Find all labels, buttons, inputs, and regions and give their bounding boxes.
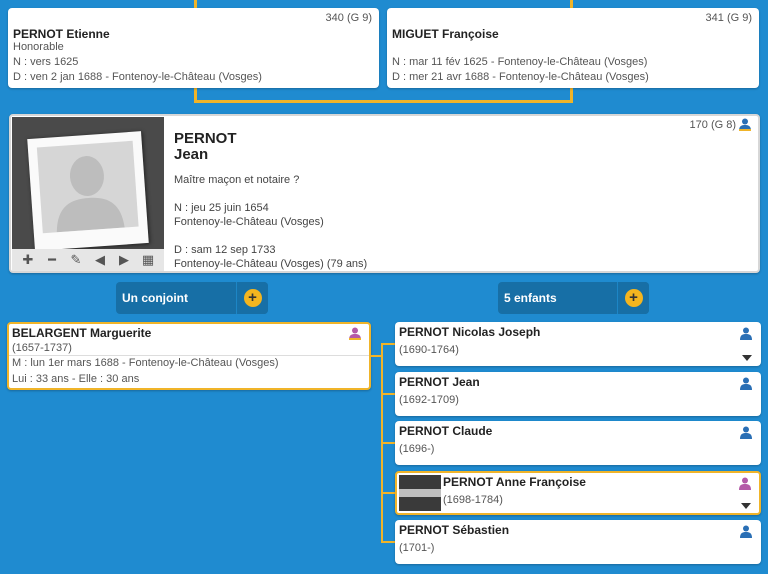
child-card-5[interactable]: PERNOT Sébastien (1701-): [395, 520, 761, 564]
children-button-label: 5 enfants: [504, 291, 557, 305]
child-years: (1696-): [399, 443, 435, 455]
child-photo-thumbnail: [399, 475, 441, 511]
main-surname: PERNOT: [174, 130, 237, 147]
add-child-button[interactable]: +: [617, 282, 649, 314]
father-card[interactable]: 340 (G 9) PERNOT Etienne Honorable N : v…: [8, 8, 379, 88]
child-name[interactable]: PERNOT Jean: [399, 375, 480, 389]
main-birth-place: Fontenoy-le-Château (Vosges): [174, 216, 324, 228]
spouse-button-label: Un conjoint: [122, 291, 188, 305]
male-person-icon: [740, 426, 752, 439]
next-photo-icon[interactable]: ▶: [115, 249, 133, 271]
spouse-name[interactable]: BELARGENT Marguerite: [12, 326, 151, 340]
mother-number: 341 (G 9): [705, 12, 752, 24]
connector-child-1: [381, 343, 395, 345]
female-person-icon: [739, 477, 751, 490]
main-birth-date: N : jeu 25 juin 1654: [174, 202, 269, 214]
father-death: D : ven 2 jan 1688 - Fontenoy-le-Château…: [13, 71, 262, 83]
main-given-name: Jean: [174, 146, 209, 163]
silhouette-icon: [56, 156, 125, 233]
child-name[interactable]: PERNOT Anne Françoise: [443, 475, 586, 489]
main-death-place: Fontenoy-le-Château (Vosges) (79 ans): [174, 258, 368, 270]
child-name[interactable]: PERNOT Sébastien: [399, 523, 509, 537]
main-person-card[interactable]: ✚ ━ ✎ ◀ ▶ ▦ 170 (G 8) PERNOT Jean Maître…: [9, 114, 760, 273]
main-number-text: 170 (G 8): [689, 118, 736, 131]
child-years: (1692-1709): [399, 394, 459, 406]
connector-child-2: [381, 393, 395, 395]
female-person-icon: [349, 327, 361, 340]
plus-icon: +: [243, 289, 262, 307]
marriage-info: M : lun 1er mars 1688 - Fontenoy-le-Chât…: [12, 357, 279, 369]
main-number: 170 (G 8): [690, 118, 751, 131]
add-spouse-button[interactable]: +: [236, 282, 268, 314]
spouse-years: (1657-1737): [12, 342, 72, 354]
father-name[interactable]: PERNOT Etienne: [13, 27, 110, 41]
child-years: (1690-1764): [399, 344, 459, 356]
male-person-icon: [739, 118, 751, 131]
plus-icon: +: [624, 289, 643, 307]
child-card-1[interactable]: PERNOT Nicolas Joseph (1690-1764): [395, 322, 761, 366]
remove-photo-icon[interactable]: ━: [43, 249, 61, 271]
child-name[interactable]: PERNOT Nicolas Joseph: [399, 325, 540, 339]
mother-death: D : mer 21 avr 1688 - Fontenoy-le-Châtea…: [392, 71, 649, 83]
spouse-button[interactable]: Un conjoint +: [116, 282, 268, 314]
connector-child-5: [381, 541, 395, 543]
father-title: Honorable: [13, 41, 64, 53]
mother-birth: N : mar 11 fév 1625 - Fontenoy-le-Châtea…: [392, 56, 648, 68]
expand-caret-icon[interactable]: [742, 355, 752, 361]
mother-name[interactable]: MIGUET Françoise: [392, 27, 499, 41]
male-person-icon: [740, 377, 752, 390]
child-years: (1698-1784): [443, 494, 503, 506]
child-card-4[interactable]: PERNOT Anne Françoise (1698-1784): [395, 471, 761, 515]
add-photo-icon[interactable]: ✚: [19, 249, 37, 271]
connector-child-4: [381, 492, 395, 494]
film-icon[interactable]: ▦: [139, 249, 157, 271]
photo-toolbar: ✚ ━ ✎ ◀ ▶ ▦: [12, 249, 164, 271]
male-person-icon: [740, 327, 752, 340]
male-person-icon: [740, 525, 752, 538]
marriage-ages: Lui : 33 ans - Elle : 30 ans: [12, 373, 140, 385]
children-button[interactable]: 5 enfants +: [498, 282, 649, 314]
child-years: (1701-): [399, 542, 435, 554]
father-birth: N : vers 1625: [13, 56, 79, 68]
connector-parents-horizontal: [194, 100, 573, 103]
connector-child-3: [381, 442, 395, 444]
child-card-3[interactable]: PERNOT Claude (1696-): [395, 421, 761, 465]
divider: [9, 355, 369, 356]
photo-area[interactable]: ✚ ━ ✎ ◀ ▶ ▦: [12, 117, 164, 271]
child-name[interactable]: PERNOT Claude: [399, 424, 492, 438]
mother-card[interactable]: 341 (G 9) MIGUET Françoise N : mar 11 fé…: [387, 8, 759, 88]
prev-photo-icon[interactable]: ◀: [91, 249, 109, 271]
father-number: 340 (G 9): [325, 12, 372, 24]
child-card-2[interactable]: PERNOT Jean (1692-1709): [395, 372, 761, 416]
main-death-date: D : sam 12 sep 1733: [174, 244, 276, 256]
spouse-card[interactable]: BELARGENT Marguerite (1657-1737) M : lun…: [7, 322, 371, 390]
edit-photo-icon[interactable]: ✎: [67, 249, 85, 271]
photo-placeholder: [27, 131, 149, 251]
main-occupation: Maître maçon et notaire ?: [174, 174, 300, 186]
expand-caret-icon[interactable]: [741, 503, 751, 509]
